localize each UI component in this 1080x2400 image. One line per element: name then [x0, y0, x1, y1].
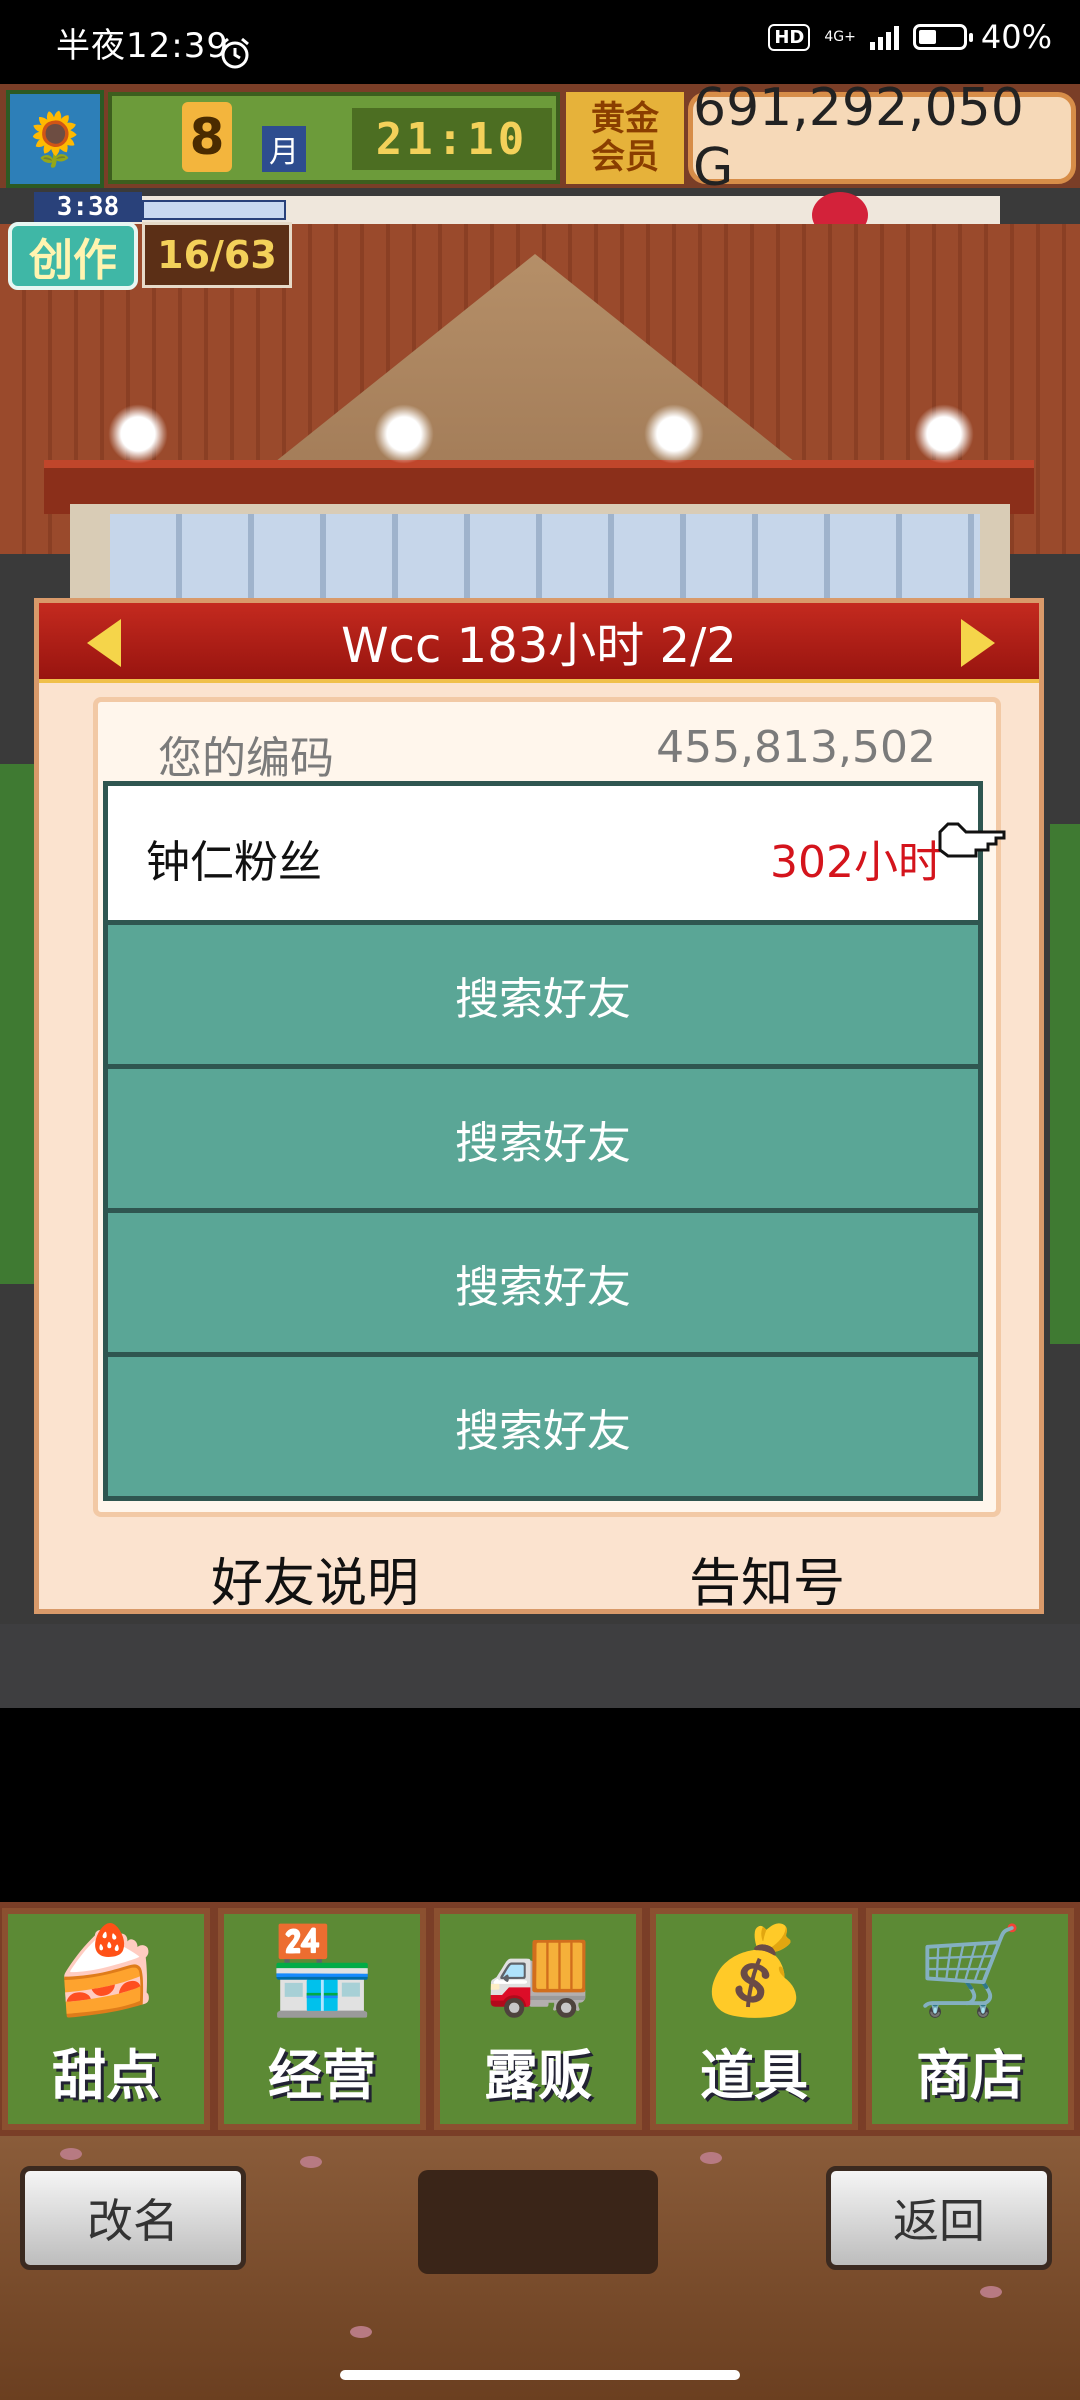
date-panel: 8 月 21:10: [108, 92, 560, 184]
create-count: 16/63: [142, 222, 292, 288]
create-timer: 3:38: [34, 192, 142, 222]
search-friend-slot[interactable]: 搜索好友: [103, 1213, 983, 1357]
menu-items[interactable]: 💰 道具: [650, 1908, 858, 2130]
speck: [300, 2156, 322, 2168]
pointer-hand-icon: [938, 822, 1006, 858]
tree-right: [1050, 824, 1080, 1344]
notice-id-button[interactable]: 告知号: [689, 1541, 845, 1616]
menu-label: 甜点: [52, 2044, 160, 2107]
menu-label: 道具: [700, 2044, 808, 2107]
status-bar: 半夜12:39 HD 4G+ 40%: [0, 0, 1080, 84]
money-display: 691,292,050 G: [688, 78, 1076, 198]
menu-store[interactable]: 🛒 商店: [866, 1908, 1074, 2130]
roof-light: [644, 404, 704, 464]
footer-center-slot: [418, 2170, 658, 2274]
footer-panel: 改名 返回: [0, 2136, 1080, 2400]
alarm-icon: [221, 37, 249, 69]
menu-manage[interactable]: 🏪 经营: [218, 1908, 426, 2130]
month-number: 8: [182, 102, 232, 172]
code-value: 455,813,502: [656, 722, 936, 773]
battery-icon: [912, 24, 973, 50]
speck: [60, 2148, 82, 2160]
home-indicator[interactable]: [340, 2370, 740, 2380]
cart-icon: 🛒: [916, 1920, 1024, 2021]
food-truck-icon: 🚚: [484, 1920, 592, 2021]
speck: [700, 2152, 722, 2164]
gold-badge-line1: 黄金: [591, 99, 659, 139]
signal-icon: [869, 24, 899, 50]
battery-percent: 40%: [980, 18, 1052, 56]
create-status[interactable]: 3:38 创作 16/63: [8, 192, 292, 292]
roof-light: [374, 404, 434, 464]
menu-label: 经营: [268, 2044, 376, 2107]
create-progress-bar: [142, 200, 286, 220]
hd-icon: HD: [768, 23, 811, 51]
gold-member-badge[interactable]: 黄金 会员: [566, 92, 684, 184]
network-label: 4G+: [824, 29, 856, 45]
search-friend-slot[interactable]: 搜索好友: [103, 925, 983, 1069]
gold-badge-line2: 会员: [591, 137, 659, 177]
back-button[interactable]: 返回: [826, 2166, 1052, 2270]
shop-icon: 🏪: [268, 1920, 376, 2021]
bottom-menu: 🍰 甜点 🏪 经营 🚚 露贩 💰 道具 🛒 商店: [0, 1902, 1080, 2136]
friend-name: 钟仁粉丝: [146, 837, 322, 888]
dialog-title: Wcc 183小时 2/2: [341, 618, 737, 674]
roof-light: [108, 404, 168, 464]
friend-help-button[interactable]: 好友说明: [211, 1541, 419, 1616]
friend-hours: 302小时: [770, 837, 942, 888]
code-label: 您的编码: [158, 733, 334, 784]
month-label: 月: [262, 126, 306, 172]
sunflower-icon[interactable]: 🌻: [6, 90, 104, 188]
menu-food-truck[interactable]: 🚚 露贩: [434, 1908, 642, 2130]
search-friend-slot[interactable]: 搜索好友: [103, 1069, 983, 1213]
status-time: 半夜12:39: [56, 26, 229, 66]
menu-dessert[interactable]: 🍰 甜点: [2, 1908, 210, 2130]
speck: [350, 2326, 372, 2338]
street: [0, 1624, 1080, 1708]
next-page-arrow-icon[interactable]: [961, 619, 995, 667]
menu-label: 露贩: [484, 2044, 592, 2107]
friends-dialog: Wcc 183小时 2/2 您的编码 455,813,502 钟仁粉丝 302小…: [34, 598, 1044, 1614]
search-friend-slot[interactable]: 搜索好友: [103, 1357, 983, 1501]
create-label: 创作: [8, 222, 138, 290]
item-bag-icon: 💰: [700, 1920, 808, 2021]
speck: [980, 2286, 1002, 2298]
menu-label: 商店: [916, 2044, 1024, 2107]
rename-button[interactable]: 改名: [20, 2166, 246, 2270]
game-clock: 21:10: [352, 108, 552, 170]
roof-light: [914, 404, 974, 464]
cake-icon: 🍰: [52, 1920, 160, 2021]
dialog-header: Wcc 183小时 2/2: [39, 603, 1039, 683]
friend-row[interactable]: 钟仁粉丝 302小时: [103, 781, 983, 925]
status-right: HD 4G+ 40%: [768, 18, 1052, 56]
